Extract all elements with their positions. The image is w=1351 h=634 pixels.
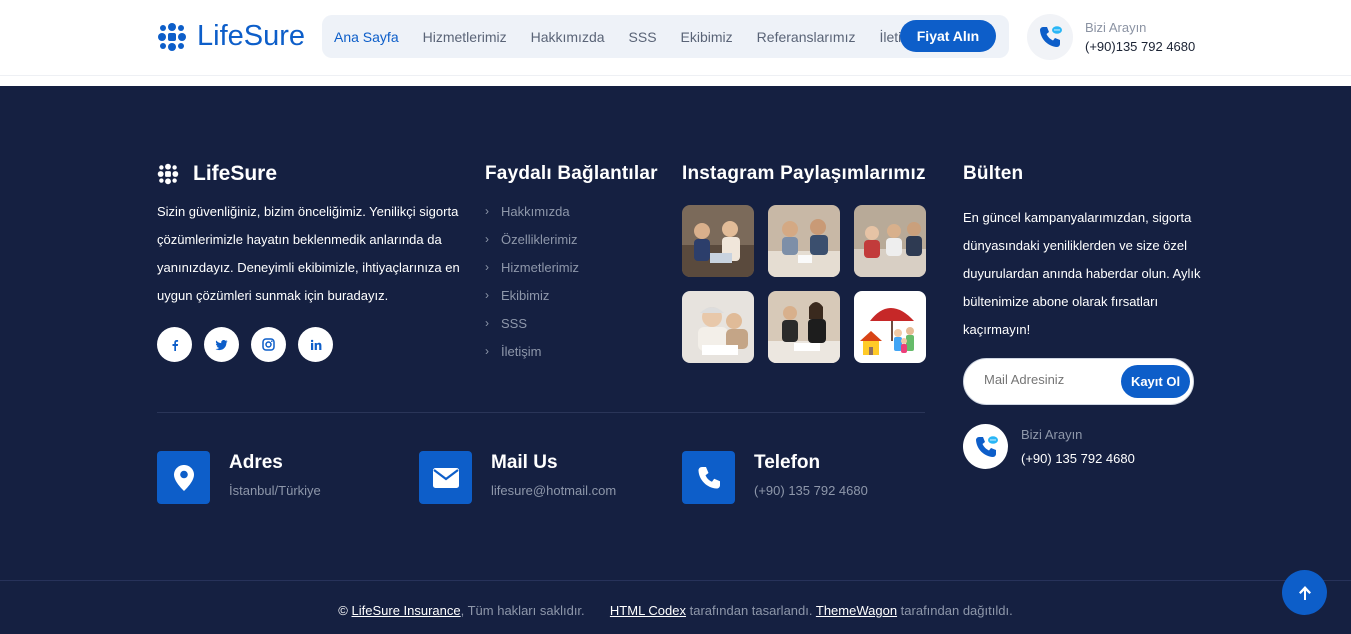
contact-address: Adres İstanbul/Türkiye — [157, 451, 321, 504]
footer-brand-name: LifeSure — [193, 162, 278, 185]
contact-value: (+90) 135 792 4680 — [754, 483, 868, 498]
distributor-text: tarafından dağıtıldı. — [897, 603, 1013, 618]
call-label: Bizi Arayın — [1085, 20, 1147, 35]
copyright-icon: © — [338, 603, 348, 618]
footer-link-services[interactable]: › Hizmetlerimiz — [485, 260, 579, 288]
link-label: Özelliklerimiz — [501, 232, 578, 247]
footer-brand[interactable]: LifeSure — [157, 162, 277, 186]
instagram-photo[interactable] — [768, 291, 840, 363]
designer-link[interactable]: HTML Codex — [610, 603, 686, 618]
instagram-photo[interactable] — [854, 291, 926, 363]
link-label: Hizmetlerimiz — [501, 260, 579, 275]
instagram-photo[interactable] — [854, 205, 926, 277]
footer-divider — [157, 412, 925, 413]
contact-phone: Telefon (+90) 135 792 4680 — [682, 451, 868, 504]
nav-team[interactable]: Ekibimiz — [681, 29, 733, 45]
linkedin-icon[interactable] — [298, 327, 333, 362]
nav-about[interactable]: Hakkımızda — [531, 29, 605, 45]
link-label: SSS — [501, 316, 528, 331]
chevron-right-icon: › — [485, 232, 489, 246]
instagram-icon[interactable] — [251, 327, 286, 362]
link-label: Ekibimiz — [501, 288, 550, 303]
about-text: Sizin güvenliğiniz, bizim önceliğimiz. Y… — [157, 204, 460, 303]
footer-call-number: (+90) 135 792 4680 — [1021, 451, 1135, 466]
get-quote-button[interactable]: Fiyat Alın — [900, 20, 996, 52]
chevron-right-icon: › — [485, 344, 489, 358]
subscribe-button[interactable]: Kayıt Ol — [1121, 365, 1190, 398]
instagram-photo[interactable] — [682, 205, 754, 277]
useful-links-title: Faydalı Bağlantılar — [485, 163, 658, 184]
instagram-photo[interactable] — [682, 291, 754, 363]
newsletter-title: Bülten — [963, 163, 1024, 184]
phone-icon — [682, 451, 735, 504]
twitter-icon[interactable] — [204, 327, 239, 362]
back-to-top-button[interactable] — [1282, 570, 1327, 615]
call-number: (+90)135 792 4680 — [1085, 39, 1196, 54]
facebook-icon[interactable] — [157, 327, 192, 362]
nav-references[interactable]: Referanslarımız — [757, 29, 856, 45]
instagram-grid — [682, 205, 926, 363]
map-pin-icon — [157, 451, 210, 504]
contact-title: Mail Us — [491, 452, 558, 473]
link-label: İletişim — [501, 344, 542, 359]
contact-mail: Mail Us lifesure@hotmail.com — [419, 451, 616, 504]
contact-title: Telefon — [754, 452, 821, 473]
envelope-icon — [419, 451, 472, 504]
useful-links-list: › Hakkımızda › Özelliklerimiz › Hizmetlerim… — [485, 204, 579, 372]
newsletter-text: En güncel kampanyalarımızdan, sigorta dü… — [963, 210, 1201, 337]
email-input[interactable] — [984, 372, 1114, 387]
footer-link-about[interactable]: › Hakkımızda — [485, 204, 579, 232]
nav-services[interactable]: Hizmetlerimiz — [423, 29, 507, 45]
chevron-right-icon: › — [485, 288, 489, 302]
logo-mark-icon — [157, 163, 179, 185]
phone-chat-icon — [963, 424, 1008, 469]
instagram-title: Instagram Paylaşımlarımız — [682, 163, 926, 184]
contact-value: İstanbul/Türkiye — [229, 483, 321, 498]
brand-link[interactable]: LifeSure Insurance — [352, 603, 461, 618]
instagram-photo[interactable] — [768, 205, 840, 277]
brand-name: LifeSure — [197, 20, 306, 52]
social-links — [157, 327, 333, 362]
header-call[interactable]: Bizi Arayın (+90)135 792 4680 — [1027, 14, 1195, 60]
nav-faq[interactable]: SSS — [629, 29, 657, 45]
footer-link-features[interactable]: › Özelliklerimiz — [485, 232, 579, 260]
main-nav: Ana Sayfa Hizmetlerimiz Hakkımızda SSS E… — [322, 15, 1009, 58]
bottom-divider — [0, 580, 1351, 581]
site-header: LifeSure Ana Sayfa Hizmetlerimiz Hakkımı… — [0, 0, 1351, 76]
footer-call[interactable]: Bizi Arayın (+90) 135 792 4680 — [963, 424, 1135, 469]
designer-text: tarafından tasarlandı. — [686, 603, 813, 618]
footer-link-contact[interactable]: › İletişim — [485, 344, 579, 372]
footer-link-team[interactable]: › Ekibimiz — [485, 288, 579, 316]
phone-chat-icon — [1027, 14, 1073, 60]
contact-title: Adres — [229, 452, 283, 473]
chevron-right-icon: › — [485, 204, 489, 218]
rights-text: , Tüm hakları saklıdır. — [460, 603, 585, 618]
chevron-right-icon: › — [485, 316, 489, 330]
footer-link-faq[interactable]: › SSS — [485, 316, 579, 344]
distributor-link[interactable]: ThemeWagon — [816, 603, 897, 618]
logo-mark-icon — [158, 22, 186, 51]
arrow-up-icon — [1298, 585, 1311, 600]
site-footer: LifeSure Sizin güvenliğiniz, bizim öncel… — [0, 86, 1351, 634]
link-label: Hakkımızda — [501, 204, 570, 219]
brand-logo[interactable]: LifeSure — [157, 20, 305, 53]
newsletter-form: Kayıt Ol — [963, 358, 1194, 405]
footer-call-label: Bizi Arayın — [1021, 427, 1083, 442]
copyright-bar: © LifeSure Insurance, Tüm hakları saklıd… — [0, 603, 1351, 618]
nav-home[interactable]: Ana Sayfa — [334, 29, 399, 45]
contact-value: lifesure@hotmail.com — [491, 483, 617, 498]
chevron-right-icon: › — [485, 260, 489, 274]
